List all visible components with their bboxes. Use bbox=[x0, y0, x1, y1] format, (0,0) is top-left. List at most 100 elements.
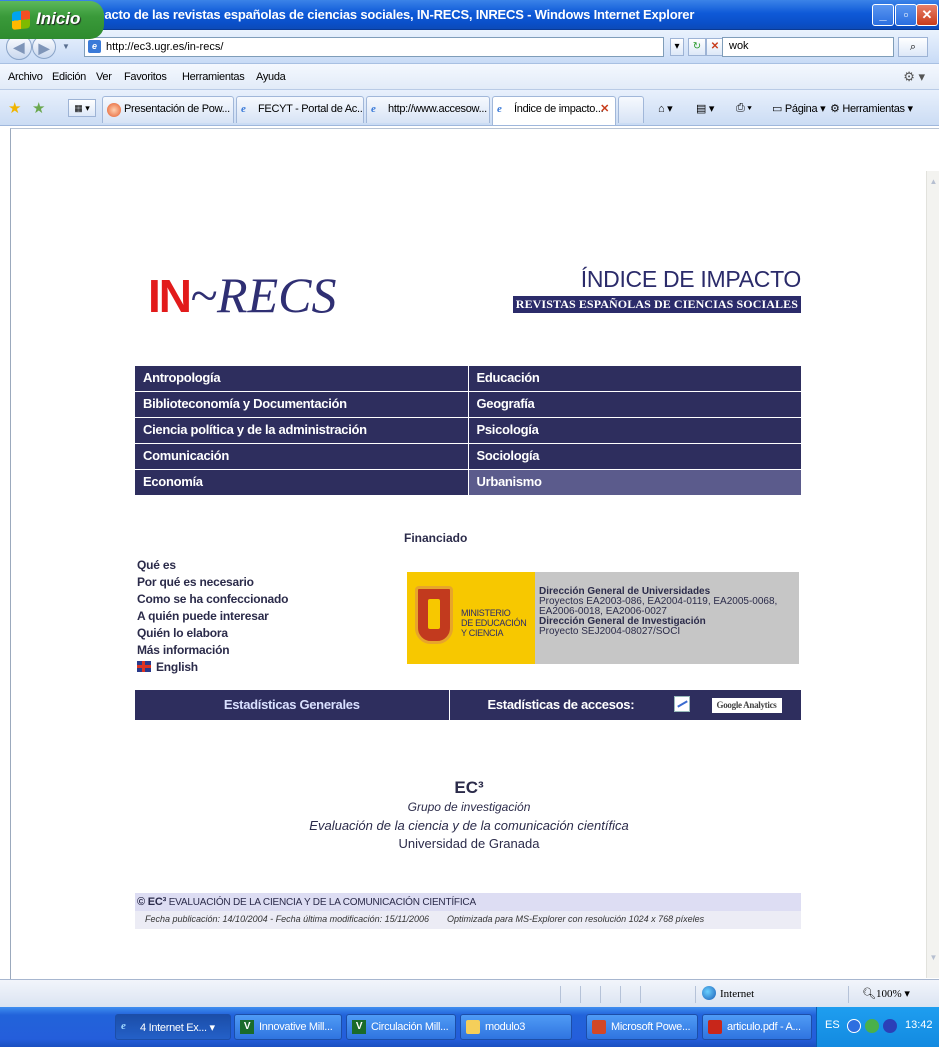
link-quien-elabora[interactable]: Quién lo elabora bbox=[137, 625, 288, 642]
taskbar-item-powerpoint[interactable]: Microsoft Powe... bbox=[586, 1014, 698, 1040]
discipline-comunicacion[interactable]: Comunicación bbox=[135, 444, 468, 469]
discipline-ciencia-politica[interactable]: Ciencia política y de la administración bbox=[135, 418, 468, 443]
taskbar-item-innovative[interactable]: V Innovative Mill... bbox=[234, 1014, 342, 1040]
tray-audio-icon[interactable] bbox=[883, 1019, 897, 1033]
discipline-urbanismo[interactable]: Urbanismo bbox=[468, 470, 801, 495]
disciplines-grid: Antropología Educación Biblioteconomía y… bbox=[135, 366, 801, 496]
menu-ver[interactable]: Ver bbox=[96, 71, 112, 83]
maximize-button[interactable]: ▫ bbox=[895, 4, 917, 26]
search-icon: ⌕ bbox=[909, 41, 917, 53]
zoom-control[interactable]: 🔍︎100% ▾ bbox=[862, 987, 910, 1000]
stats-general-link[interactable]: Estadísticas Generales bbox=[135, 690, 449, 720]
discipline-antropologia[interactable]: Antropología bbox=[135, 366, 468, 391]
spain-coat-of-arms-icon bbox=[415, 586, 453, 644]
menu-favoritos[interactable]: Favoritos bbox=[124, 71, 167, 83]
home-icon[interactable]: ⌂ ▾ bbox=[658, 102, 673, 115]
ie-page-icon: e bbox=[371, 103, 376, 115]
search-input[interactable]: wok bbox=[722, 37, 894, 57]
print-icon[interactable]: ⎙ ▾ bbox=[736, 102, 752, 115]
group-name[interactable]: EC³ bbox=[210, 778, 728, 798]
menu-ayuda[interactable]: Ayuda bbox=[256, 71, 286, 83]
funding-box: MINISTERIO DE EDUCACIÓN Y CIENCIA Direcc… bbox=[407, 572, 799, 664]
page-menu[interactable]: ▭ Página ▾ bbox=[772, 102, 826, 115]
link-que-es[interactable]: Qué es bbox=[137, 557, 288, 574]
presentation-icon bbox=[107, 103, 121, 117]
ie-page-icon: e bbox=[241, 103, 246, 115]
tab-bar: ★ ★ ▦ ▾ Presentación de Pow... e FECYT -… bbox=[0, 90, 939, 126]
link-mas-informacion[interactable]: Más información bbox=[137, 642, 288, 659]
address-dropdown-icon[interactable]: ▾ bbox=[670, 38, 684, 56]
tools-menu[interactable]: ⚙ Herramientas ▾ bbox=[830, 102, 913, 115]
tab-label: FECYT - Portal de Ac... bbox=[258, 103, 364, 115]
taskbar-item-ie[interactable]: e 4 Internet Ex... ▾ bbox=[115, 1014, 231, 1040]
new-tab-button[interactable] bbox=[618, 96, 644, 123]
tab-presentacion[interactable]: Presentación de Pow... bbox=[102, 96, 234, 123]
ie-page-icon: e bbox=[497, 103, 502, 115]
status-divider bbox=[695, 986, 696, 1003]
discipline-psicologia[interactable]: Psicología bbox=[468, 418, 801, 443]
status-bar: Internet 🔍︎100% ▾ bbox=[0, 979, 939, 1007]
security-zone[interactable]: Internet bbox=[702, 986, 754, 1000]
university-name: Universidad de Granada bbox=[398, 836, 540, 851]
toolbar-options-icon[interactable]: ⚙ ▾ bbox=[903, 69, 925, 85]
funded-label: Financiado bbox=[404, 531, 468, 545]
favorites-star-icon[interactable]: ★ bbox=[8, 99, 21, 117]
add-favorites-icon[interactable]: ★ bbox=[32, 99, 45, 117]
inrecs-logo[interactable]: IN~RECS bbox=[148, 270, 336, 321]
refresh-icon[interactable]: ↻ bbox=[688, 38, 706, 56]
language-indicator[interactable]: ES bbox=[825, 1019, 840, 1031]
window-titlebar[interactable]: e Índice de impacto de las revistas espa… bbox=[0, 0, 939, 30]
tray-network-icon[interactable] bbox=[865, 1019, 879, 1033]
quick-tabs-button[interactable]: ▦ ▾ bbox=[68, 99, 96, 117]
menu-archivo[interactable]: Archivo bbox=[8, 71, 43, 83]
link-a-quien-interesa[interactable]: A quién puede interesar bbox=[137, 608, 288, 625]
ministry-logo[interactable]: MINISTERIO DE EDUCACIÓN Y CIENCIA bbox=[407, 572, 535, 664]
scroll-up-icon[interactable]: ▲ bbox=[928, 177, 939, 191]
address-input[interactable]: e http://ec3.ugr.es/in-recs/ bbox=[84, 37, 664, 57]
close-tab-icon[interactable]: ✕ bbox=[600, 102, 609, 115]
tab-accesow[interactable]: e http://www.accesow... bbox=[366, 96, 490, 123]
tools-menu-label: Herramientas bbox=[842, 103, 905, 115]
link-por-que-necesario[interactable]: Por qué es necesario bbox=[137, 574, 288, 591]
tray-arrow-icon[interactable] bbox=[847, 1019, 861, 1033]
start-label: Inicio bbox=[36, 9, 81, 28]
discipline-educacion[interactable]: Educación bbox=[468, 366, 801, 391]
google-analytics-badge[interactable]: Google Analytics bbox=[711, 698, 782, 713]
logo-in: IN bbox=[148, 270, 192, 322]
tab-indice-impacto[interactable]: e Índice de impacto... ✕ bbox=[492, 96, 616, 125]
close-button[interactable]: ✕ bbox=[916, 4, 938, 26]
ministry-line: MINISTERIO bbox=[461, 608, 511, 618]
page-menu-label: Página bbox=[784, 103, 818, 115]
menu-herramientas[interactable]: Herramientas bbox=[182, 71, 245, 83]
site-title: ÍNDICE DE IMPACTO REVISTAS ESPAÑOLAS DE … bbox=[512, 266, 801, 313]
feeds-icon[interactable]: ▤ ▾ bbox=[696, 102, 714, 115]
history-dropdown-icon[interactable]: ▼ bbox=[62, 42, 70, 51]
windows-logo-icon bbox=[12, 10, 30, 30]
discipline-economia[interactable]: Economía bbox=[135, 470, 468, 495]
vertical-scrollbar[interactable]: ▲ ▼ bbox=[926, 171, 939, 978]
footer-copyright: © EC³ EVALUACIÓN DE LA CIENCIA Y DE LA C… bbox=[135, 893, 801, 911]
zoom-level: 100% bbox=[875, 988, 902, 1000]
link-como-confeccionado[interactable]: Como se ha confeccionado bbox=[137, 591, 288, 608]
taskbar-item-label: Circulación Mill... bbox=[371, 1021, 449, 1033]
tab-fecyt[interactable]: e FECYT - Portal de Ac... bbox=[236, 96, 364, 123]
discipline-biblioteconomia[interactable]: Biblioteconomía y Documentación bbox=[135, 392, 468, 417]
disciplines-row: Ciencia política y de la administración … bbox=[135, 418, 801, 443]
start-button[interactable]: Inicio bbox=[0, 1, 104, 39]
minimize-button[interactable]: _ bbox=[872, 4, 894, 26]
link-english[interactable]: English bbox=[137, 659, 288, 676]
taskbar-item-circulacion[interactable]: V Circulación Mill... bbox=[346, 1014, 456, 1040]
taskbar-item-modulo3[interactable]: modulo3 bbox=[460, 1014, 572, 1040]
status-divider bbox=[600, 986, 601, 1003]
search-button[interactable]: ⌕ bbox=[898, 37, 928, 57]
globe-icon bbox=[702, 986, 716, 1000]
menu-edicion[interactable]: Edición bbox=[52, 71, 86, 83]
scroll-down-icon[interactable]: ▼ bbox=[928, 953, 939, 967]
ministry-line: Y CIENCIA bbox=[461, 628, 504, 638]
status-divider bbox=[580, 986, 581, 1003]
discipline-sociologia[interactable]: Sociología bbox=[468, 444, 801, 469]
stats-chart-icon[interactable] bbox=[673, 696, 690, 712]
taskbar-item-pdf[interactable]: articulo.pdf - A... bbox=[702, 1014, 812, 1040]
logo-recs: ~RECS bbox=[190, 267, 337, 323]
discipline-geografia[interactable]: Geografía bbox=[468, 392, 801, 417]
